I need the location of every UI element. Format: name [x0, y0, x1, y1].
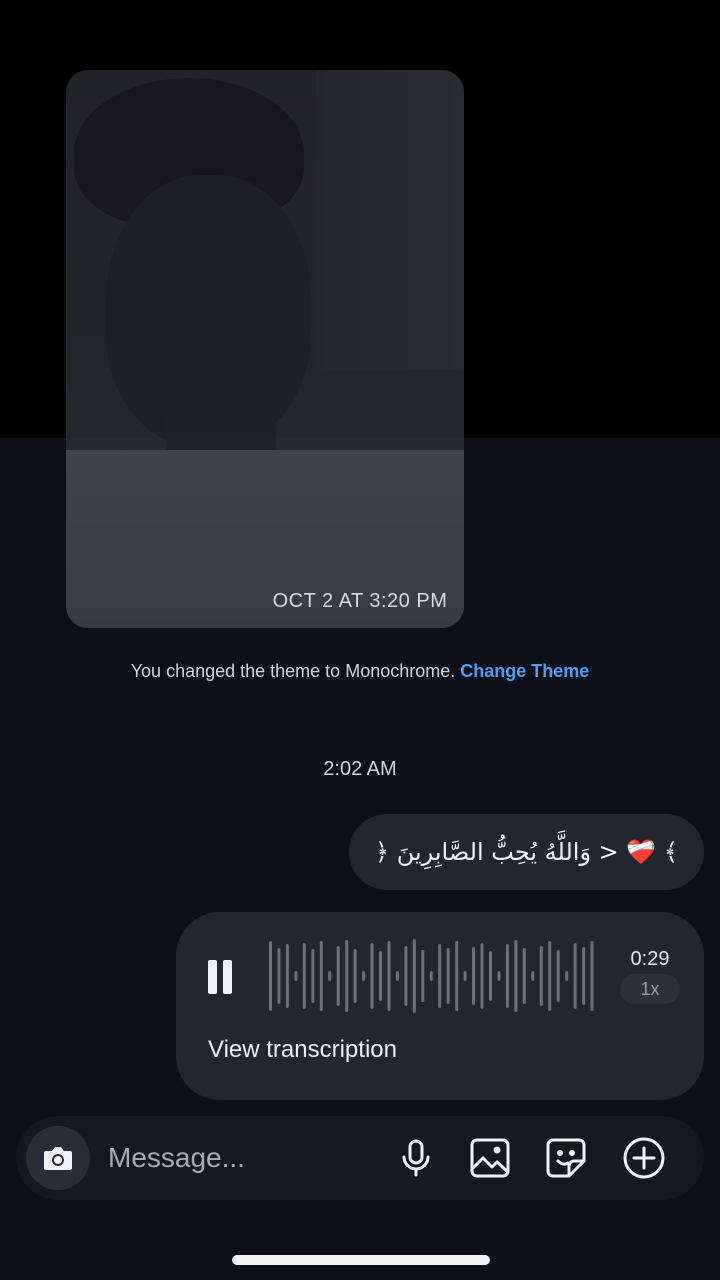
- waveform-bar: [353, 949, 357, 1003]
- waveform-bar: [345, 940, 349, 1012]
- waveform-bar: [362, 971, 366, 981]
- waveform-bar: [277, 948, 281, 1004]
- waveform-bar: [514, 940, 518, 1012]
- waveform-bar: [573, 943, 577, 1009]
- waveform-bar: [480, 943, 484, 1009]
- more-button[interactable]: [620, 1134, 668, 1182]
- gallery-button[interactable]: [466, 1134, 514, 1182]
- waveform-bar: [387, 941, 391, 1011]
- photo-dim-overlay: [66, 70, 464, 628]
- waveform-bar: [446, 948, 450, 1004]
- waveform-bar: [497, 971, 501, 981]
- waveform-bar: [548, 941, 552, 1011]
- home-indicator[interactable]: [232, 1255, 490, 1265]
- plus-circle-icon: [623, 1137, 665, 1179]
- playback-speed-button[interactable]: 1x: [620, 974, 680, 1004]
- camera-icon: [44, 1147, 72, 1170]
- waveform-bar: [489, 951, 492, 1001]
- photo-timestamp: OCT 2 AT 3:20 PM: [272, 590, 448, 612]
- text-message-bubble[interactable]: ﴿ وَاللَّهُ يُحِبُّ الصَّابِرِينَ > ❤️‍🩹…: [348, 814, 704, 890]
- waveform-bar: [438, 944, 442, 1008]
- waveform-bar: [285, 944, 289, 1008]
- time-separator: 2:02 AM: [323, 758, 397, 780]
- waveform-bar: [531, 971, 535, 981]
- waveform-bar: [395, 971, 399, 981]
- waveform-bar: [429, 971, 433, 981]
- waveform-bar: [539, 946, 543, 1006]
- waveform-bar: [319, 941, 323, 1011]
- voice-duration: 0:29: [630, 948, 670, 970]
- waveform-bar: [370, 943, 374, 1009]
- waveform-bar: [336, 946, 340, 1006]
- waveform-bar: [311, 949, 315, 1003]
- camera-button[interactable]: [26, 1126, 90, 1190]
- waveform-bar: [463, 971, 467, 981]
- waveform-bar: [565, 971, 569, 981]
- shared-photo-message[interactable]: [66, 70, 464, 628]
- waveform-bar: [302, 943, 306, 1009]
- message-input[interactable]: [108, 1140, 368, 1176]
- sticker-icon: [546, 1138, 586, 1178]
- waveform-bar: [294, 971, 298, 981]
- waveform-bar: [582, 947, 586, 1005]
- waveform-bar: [590, 941, 594, 1011]
- change-theme-link[interactable]: Change Theme: [460, 661, 589, 681]
- waveform[interactable]: [268, 938, 598, 1014]
- waveform-bar: [556, 950, 560, 1002]
- message-composer: [16, 1116, 704, 1200]
- microphone-button[interactable]: [392, 1134, 440, 1182]
- waveform-bar: [412, 939, 416, 1013]
- view-transcription-link[interactable]: View transcription: [208, 1036, 397, 1064]
- waveform-bar: [421, 950, 425, 1002]
- waveform-bar: [269, 941, 272, 1011]
- microphone-icon: [402, 1139, 430, 1177]
- waveform-bar: [472, 947, 476, 1005]
- theme-change-notice: You changed the theme to Monochrome. Cha…: [110, 660, 610, 683]
- waveform-bar: [328, 971, 332, 981]
- waveform-bar: [404, 946, 408, 1006]
- waveform-bar: [379, 951, 382, 1001]
- waveform-bar: [505, 944, 509, 1008]
- pause-icon[interactable]: [208, 960, 236, 994]
- theme-notice-text: You changed the theme to Monochrome.: [130, 661, 456, 681]
- voice-message-bubble: 0:29 1x View transcription: [176, 912, 704, 1100]
- sticker-button[interactable]: [542, 1134, 590, 1182]
- gallery-icon: [470, 1138, 510, 1178]
- waveform-bar: [455, 941, 459, 1011]
- waveform-bar: [522, 948, 526, 1004]
- message-text: ﴿ وَاللَّهُ يُحِبُّ الصَّابِرِينَ > ❤️‍🩹…: [374, 838, 678, 866]
